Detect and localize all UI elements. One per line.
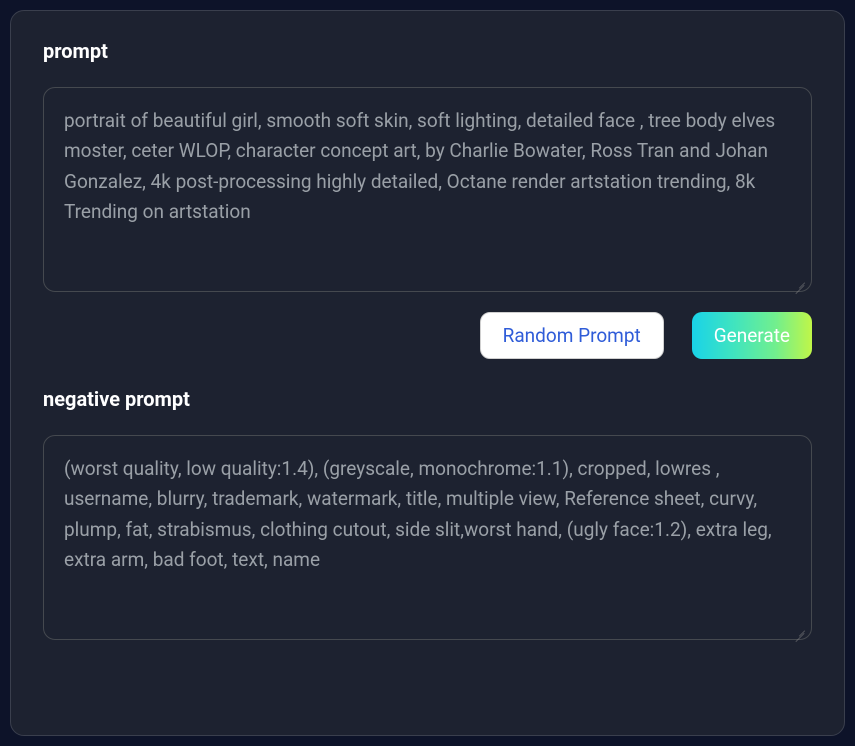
prompt-input[interactable]: [43, 87, 812, 292]
prompt-textarea-wrapper: [43, 87, 812, 296]
negative-prompt-input[interactable]: [43, 435, 812, 640]
button-row: Random Prompt Generate: [43, 312, 812, 359]
random-prompt-button[interactable]: Random Prompt: [480, 312, 664, 359]
negative-textarea-wrapper: [43, 435, 812, 644]
negative-prompt-label: negative prompt: [43, 387, 812, 411]
prompt-panel: prompt Random Prompt Generate negative p…: [10, 10, 845, 736]
prompt-label: prompt: [43, 39, 812, 63]
generate-button[interactable]: Generate: [692, 312, 812, 359]
